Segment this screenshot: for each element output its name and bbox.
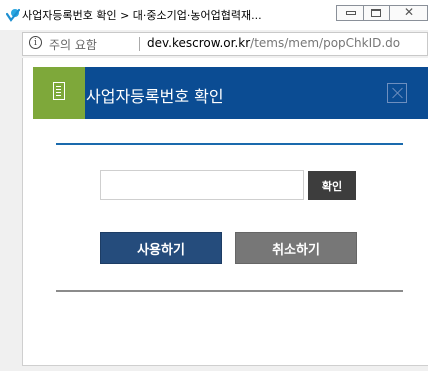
maximize-button[interactable] (364, 5, 390, 21)
minimize-icon (346, 11, 356, 15)
security-warning-label[interactable]: 주의 요함 (49, 36, 97, 53)
ie-browser-icon (6, 8, 20, 22)
top-divider (56, 143, 403, 145)
address-bar[interactable]: i 주의 요함 dev.kescrow.or.kr/tems/mem/popCh… (22, 32, 428, 56)
popup-close-button[interactable] (387, 83, 407, 103)
maximize-icon (371, 9, 381, 17)
use-button[interactable]: 사용하기 (100, 232, 222, 264)
window-title: 사업자등록번호 확인 > 대·중소기업·농어업협력재... (22, 9, 262, 22)
close-icon: ✕ (404, 5, 415, 19)
window-close-button[interactable]: ✕ (390, 5, 428, 21)
bottom-divider (56, 290, 403, 292)
minimize-button[interactable] (336, 5, 364, 21)
title-bar: 사업자등록번호 확인 > 대·중소기업·농어업협력재... ✕ (0, 0, 428, 30)
cancel-button[interactable]: 취소하기 (235, 232, 357, 264)
info-icon[interactable]: i (29, 36, 42, 49)
document-icon (53, 82, 65, 100)
browser-popup-window: 사업자등록번호 확인 > 대·중소기업·농어업협력재... ✕ i 주의 요함 … (0, 0, 428, 371)
url-path: /tems/mem/popChkID.do (250, 36, 401, 50)
url-text[interactable]: dev.kescrow.or.kr/tems/mem/popChkID.do (147, 36, 400, 50)
header-icon-box (33, 67, 85, 119)
business-number-input[interactable] (100, 170, 304, 200)
confirm-button[interactable]: 확인 (308, 171, 356, 200)
address-separator (139, 37, 140, 51)
url-domain: dev.kescrow.or.kr (147, 36, 251, 50)
popup-title: 사업자등록번호 확인 (86, 87, 224, 106)
